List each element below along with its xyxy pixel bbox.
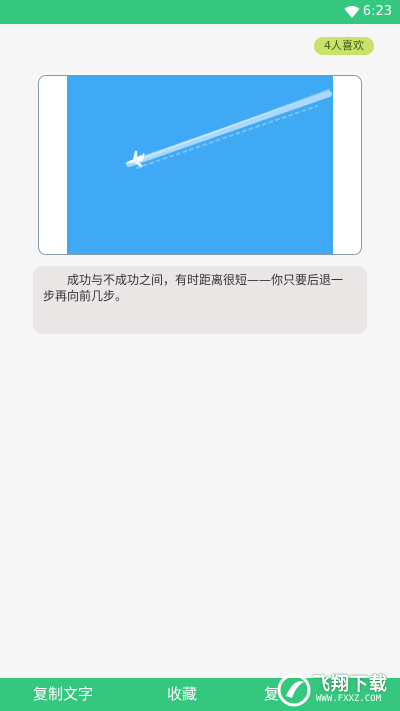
quote-image-frame — [38, 75, 362, 255]
status-bar: 6:23 — [0, 0, 400, 24]
airplane-contrail-image — [67, 76, 333, 254]
watermark-brand: 飞翔下载 — [312, 674, 388, 695]
airplane-illustration — [125, 89, 332, 169]
favorite-button[interactable]: 收藏 — [167, 684, 197, 704]
wifi-icon — [344, 6, 360, 18]
watermark: 飞翔下载 WWW.FXXZ.COM — [276, 668, 400, 711]
like-count-badge[interactable]: 4人喜欢 — [314, 37, 374, 55]
watermark-logo-icon — [277, 673, 311, 707]
copy-text-button[interactable]: 复制文字 — [33, 684, 93, 704]
quote-text: 成功与不成功之间，有时距离很短——你只要后退一步再向前几步。 — [43, 273, 344, 303]
watermark-url: WWW.FXXZ.COM — [316, 694, 382, 704]
quote-text-box: 成功与不成功之间，有时距离很短——你只要后退一步再向前几步。 — [33, 266, 367, 334]
status-time: 6:23 — [362, 4, 392, 19]
